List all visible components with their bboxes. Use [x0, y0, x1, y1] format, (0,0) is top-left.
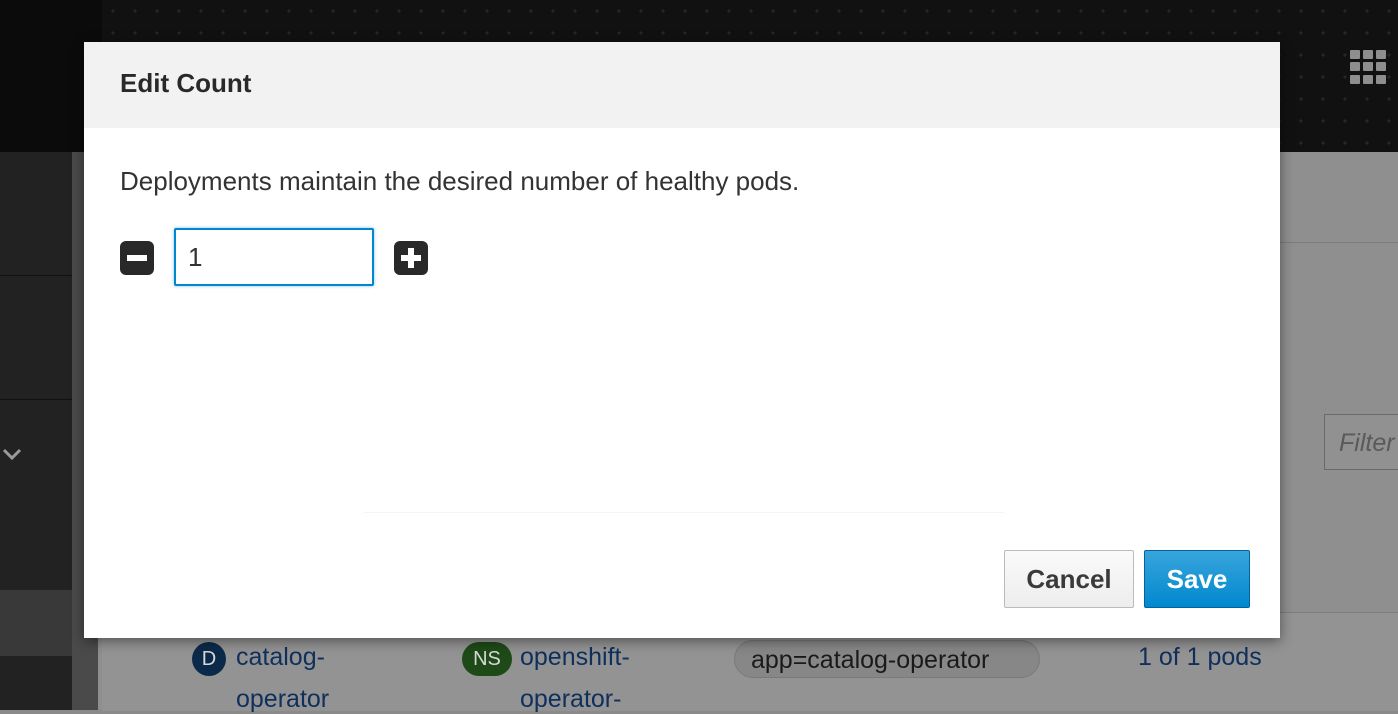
namespace-link[interactable]: openshift- — [520, 643, 630, 672]
chevron-down-icon[interactable] — [2, 444, 22, 464]
divider — [1280, 242, 1398, 243]
cancel-button[interactable]: Cancel — [1004, 550, 1134, 608]
sidebar-divider — [0, 399, 72, 400]
filter-input[interactable]: Filter — [1324, 414, 1398, 470]
save-button[interactable]: Save — [1144, 550, 1250, 608]
sidebar — [0, 152, 72, 710]
deployment-link[interactable]: catalog- — [236, 643, 325, 672]
count-input[interactable] — [174, 228, 374, 286]
modal-title: Edit Count — [120, 68, 252, 98]
edit-count-modal: Edit Count Deployments maintain the desi… — [84, 42, 1280, 638]
minus-square-icon[interactable] — [120, 241, 154, 275]
sidebar-item-active[interactable] — [0, 590, 72, 656]
app-launcher-icon[interactable] — [1350, 50, 1386, 84]
label-badge[interactable]: app=catalog-operator — [734, 640, 1040, 678]
modal-description: Deployments maintain the desired number … — [120, 166, 800, 196]
deployment-badge: D — [192, 642, 226, 676]
namespace-badge: NS — [462, 642, 512, 676]
plus-square-icon[interactable] — [394, 241, 428, 275]
sidebar-divider — [0, 275, 72, 276]
modal-header: Edit Count — [84, 42, 1280, 128]
pod-status-link[interactable]: 1 of 1 pods — [1138, 643, 1262, 672]
modal-footer-divider — [364, 512, 1004, 513]
